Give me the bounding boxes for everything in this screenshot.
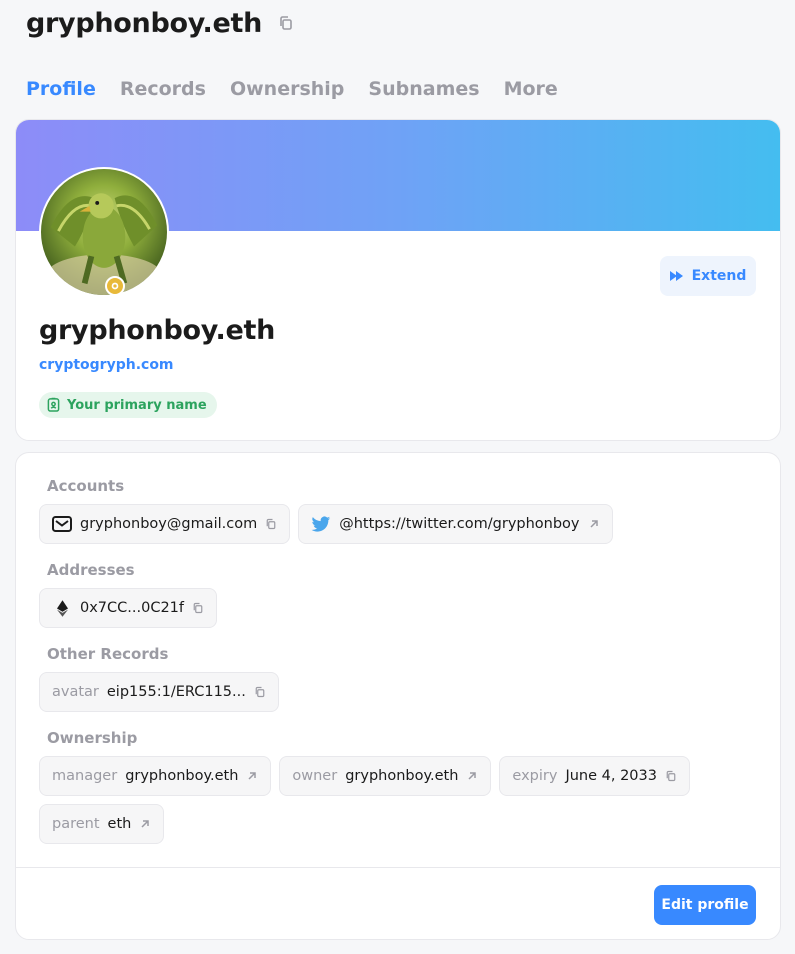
copy-icon[interactable] — [665, 770, 677, 782]
expiry-value: June 4, 2033 — [565, 768, 657, 784]
expiry-key: expiry — [512, 768, 558, 784]
profile-card: Extend gryphonboy.eth cryptogryph.com Yo… — [15, 119, 781, 441]
ownership-row-2: parent eth — [39, 804, 165, 844]
avatar-record-key: avatar — [52, 684, 99, 700]
owner-value: gryphonboy.eth — [345, 768, 459, 784]
addresses-row: 0x7CC...0C21f — [39, 588, 218, 628]
owner-key: owner — [292, 768, 338, 784]
records-card: Accounts gryphonboy@gmail.com @https://t… — [15, 452, 781, 940]
avatar — [39, 167, 169, 297]
tab-profile[interactable]: Profile — [26, 78, 96, 100]
avatar-record-chip[interactable]: avatar eip155:1/ERC115... — [39, 672, 279, 712]
tab-bar: Profile Records Ownership Subnames More — [26, 78, 558, 100]
tab-ownership[interactable]: Ownership — [230, 78, 344, 100]
email-value: gryphonboy@gmail.com — [80, 516, 258, 532]
copy-icon[interactable] — [192, 602, 204, 614]
twitter-value: @https://twitter.com/gryphonboy — [339, 516, 580, 532]
parent-chip[interactable]: parent eth — [39, 804, 165, 844]
copy-icon[interactable] — [278, 15, 296, 33]
avatar-record-value: eip155:1/ERC115... — [106, 684, 246, 700]
accounts-label: Accounts — [47, 477, 125, 495]
mail-icon — [52, 514, 72, 534]
parent-value: eth — [107, 816, 132, 832]
external-link-icon[interactable] — [588, 518, 600, 530]
copy-icon[interactable] — [265, 518, 277, 530]
other-records-label: Other Records — [47, 645, 169, 663]
extend-label: Extend — [691, 268, 747, 284]
tab-subnames[interactable]: Subnames — [368, 78, 479, 100]
external-link-icon[interactable] — [139, 818, 151, 830]
primary-name-badge: Your primary name — [39, 392, 217, 418]
eth-address-chip[interactable]: 0x7CC...0C21f — [39, 588, 218, 628]
manager-key: manager — [52, 768, 118, 784]
manager-chip[interactable]: manager gryphonboy.eth — [39, 756, 272, 796]
fast-forward-icon — [669, 271, 684, 281]
eth-address-value: 0x7CC...0C21f — [80, 600, 185, 616]
ownership-row: manager gryphonboy.eth owner gryphonboy.… — [39, 756, 690, 796]
twitter-chip[interactable]: @https://twitter.com/gryphonboy — [298, 504, 613, 544]
accounts-row: gryphonboy@gmail.com @https://twitter.co… — [39, 504, 613, 544]
email-chip[interactable]: gryphonboy@gmail.com — [39, 504, 291, 544]
expiry-chip[interactable]: expiry June 4, 2033 — [499, 756, 690, 796]
id-card-icon — [47, 397, 61, 413]
external-link-icon[interactable] — [246, 770, 258, 782]
edit-profile-button[interactable]: Edit profile — [654, 885, 756, 925]
profile-name: gryphonboy.eth — [39, 315, 276, 346]
tab-more[interactable]: More — [504, 78, 558, 100]
avatar-badge-icon — [105, 276, 125, 296]
ethereum-icon — [52, 598, 72, 618]
copy-icon[interactable] — [254, 686, 266, 698]
page-title: gryphonboy.eth — [26, 8, 263, 39]
primary-badge-label: Your primary name — [67, 397, 207, 413]
tab-records[interactable]: Records — [120, 78, 206, 100]
other-records-row: avatar eip155:1/ERC115... — [39, 672, 279, 712]
twitter-icon — [311, 514, 331, 534]
parent-key: parent — [52, 816, 100, 832]
extend-button[interactable]: Extend — [660, 256, 756, 296]
page-header: gryphonboy.eth — [26, 8, 296, 39]
addresses-label: Addresses — [47, 561, 135, 579]
external-link-icon[interactable] — [466, 770, 478, 782]
owner-chip[interactable]: owner gryphonboy.eth — [279, 756, 492, 796]
manager-value: gryphonboy.eth — [125, 768, 239, 784]
footer-divider — [16, 867, 780, 868]
website-link[interactable]: cryptogryph.com — [39, 357, 174, 373]
ownership-label: Ownership — [47, 729, 138, 747]
